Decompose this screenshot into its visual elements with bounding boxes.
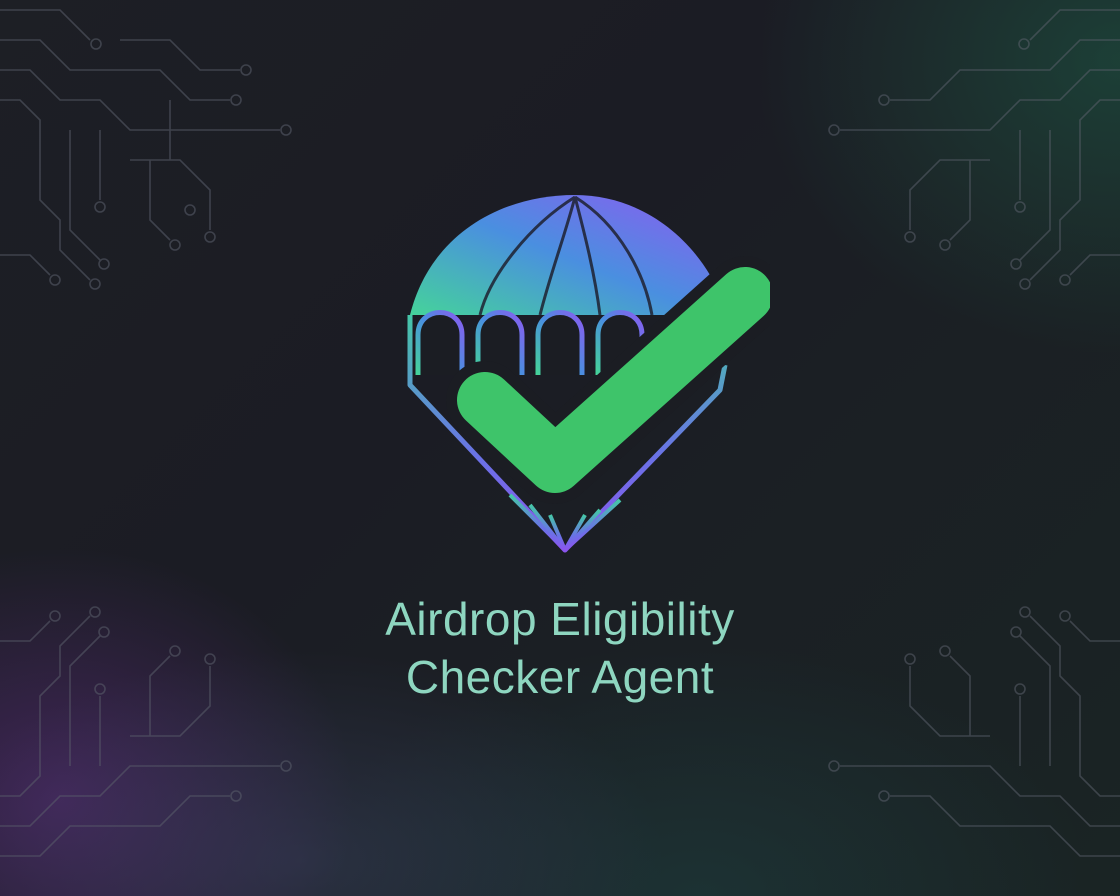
parachute-checkmark-icon (407, 195, 770, 553)
app-title-line-2: Checker Agent (405, 651, 715, 703)
app-title-line-1: Airdrop Eligibility (385, 593, 735, 645)
splash-background: Airdrop Eligibility Checker Agent (0, 0, 1120, 896)
circuit-pattern-top-right (828, 9, 1120, 290)
app-title: Airdrop Eligibility Checker Agent (0, 590, 1120, 706)
circuit-pattern-top-left (0, 9, 292, 290)
